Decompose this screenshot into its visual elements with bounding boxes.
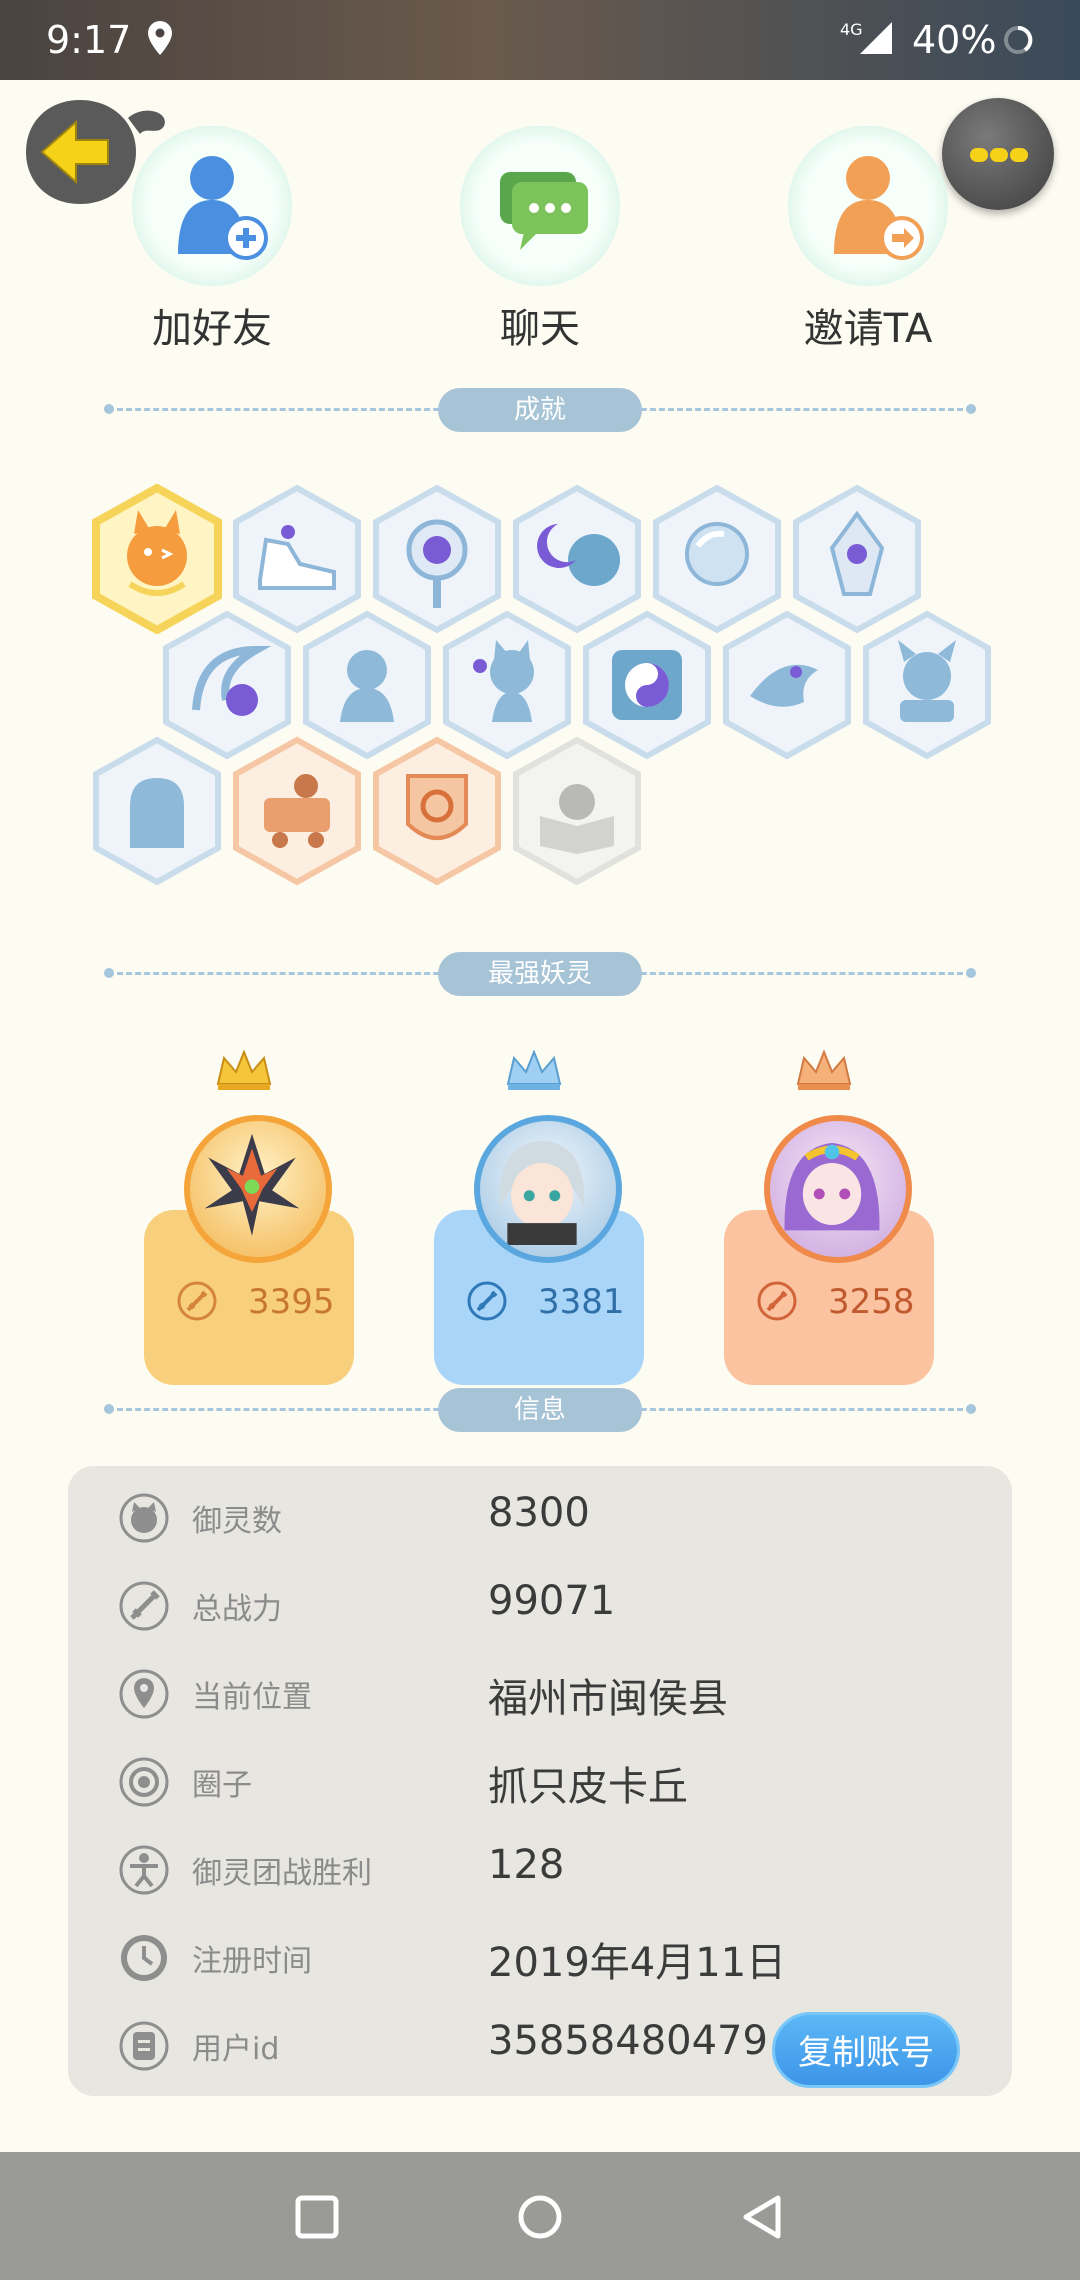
info-label: 用户id (192, 2032, 280, 2067)
location-icon (148, 21, 172, 55)
strongest-spirit-card[interactable]: 3258 (724, 1050, 944, 1385)
spirit-power: 3381 (538, 1282, 625, 1322)
back-nav-button[interactable] (738, 2192, 788, 2242)
silver-crown-icon (506, 1050, 562, 1090)
spirit-avatar (184, 1115, 332, 1263)
add-friend-label: 加好友 (152, 306, 272, 352)
system-nav-bar (0, 2152, 1080, 2280)
info-value: 8300 (488, 1490, 590, 1536)
status-time: 9:17 (46, 18, 132, 62)
info-row-circle: 圈子 抓只皮卡丘 (68, 1738, 1012, 1826)
info-value: 128 (488, 1842, 565, 1888)
info-row-total-power: 总战力 99071 (68, 1562, 1012, 1650)
info-value: 35858480479 (488, 2018, 768, 2064)
achievement-badge[interactable] (370, 736, 504, 886)
dot-icon (1010, 148, 1028, 162)
spirit-avatar (764, 1115, 912, 1263)
sword-icon (119, 1581, 169, 1631)
strongest-spirits-header: 最强妖灵 (438, 952, 642, 996)
battery-icon (1004, 25, 1033, 54)
info-label: 注册时间 (192, 1944, 312, 1979)
team-victory-icon (119, 1845, 169, 1895)
achievement-badge[interactable] (720, 610, 854, 760)
location-pin-icon (119, 1669, 169, 1719)
fish-badge-icon (723, 610, 851, 760)
battery-percent: 40% (912, 18, 997, 62)
id-card-icon (119, 2021, 169, 2071)
bronze-crown-icon (796, 1050, 852, 1090)
spirit-count-icon (119, 1493, 169, 1543)
achievement-badge[interactable] (510, 736, 644, 886)
invite-label: 邀请TA (803, 306, 933, 352)
book-badge-icon (513, 736, 641, 886)
spirit-portrait-icon (499, 1141, 585, 1245)
info-panel: 御灵数 8300 总战力 99071 当前位置 福州市闽侯县 圈子 抓只皮卡丘 (68, 1466, 1012, 2096)
spirit-portrait-icon (204, 1133, 300, 1236)
shield-badge-icon (373, 736, 501, 886)
spirit-avatar (474, 1115, 622, 1263)
info-label: 圈子 (192, 1768, 252, 1803)
info-value: 99071 (488, 1578, 616, 1624)
circle-target-icon (119, 1757, 169, 1807)
info-value: 福州市闽侯县 (488, 1676, 728, 1722)
spirit-portrait-icon (784, 1142, 880, 1231)
spirit-power: 3258 (828, 1282, 915, 1322)
achievement-badge[interactable] (860, 610, 994, 760)
cart-badge-icon (233, 736, 361, 886)
clock-icon (121, 1935, 167, 1981)
info-value: 2019年4月11日 (488, 1940, 787, 1986)
strongest-spirit-card[interactable]: 3395 (144, 1050, 364, 1385)
dot-icon (990, 148, 1008, 162)
home-button[interactable] (515, 2192, 565, 2242)
demon-badge-icon (863, 610, 991, 760)
recent-apps-button[interactable] (292, 2192, 342, 2242)
info-row-location: 当前位置 福州市闽侯县 (68, 1650, 1012, 1738)
spirit-power: 3395 (248, 1282, 335, 1322)
sword-icon (177, 1281, 217, 1321)
add-friend-icon (178, 156, 268, 260)
chat-icon (500, 172, 588, 250)
signal-icon (860, 22, 892, 54)
sitting-cat-badge-icon (93, 736, 221, 886)
chat-button[interactable]: 聊天 (440, 126, 640, 354)
sword-icon (467, 1281, 507, 1321)
info-header: 信息 (438, 1388, 642, 1432)
info-label: 总战力 (192, 1592, 282, 1627)
achievement-badge[interactable] (90, 736, 224, 886)
info-row-register-time: 注册时间 2019年4月11日 (68, 1914, 1012, 2002)
info-row-team-victory: 御灵团战胜利 128 (68, 1826, 1012, 1914)
achievements-header: 成就 (438, 388, 642, 432)
status-bar: 9:17 4G 40% (0, 0, 1080, 80)
info-label: 御灵团战胜利 (192, 1856, 372, 1891)
info-value: 抓只皮卡丘 (488, 1764, 688, 1810)
info-row-user-id: 用户id 35858480479 复制账号 (68, 2002, 1012, 2090)
info-row-spirit-count: 御灵数 8300 (68, 1474, 1012, 1562)
achievement-badge[interactable] (230, 736, 364, 886)
sword-icon (757, 1281, 797, 1321)
strongest-spirit-card[interactable]: 3381 (434, 1050, 654, 1385)
info-label: 当前位置 (192, 1680, 312, 1715)
invite-button[interactable]: 邀请TA (768, 126, 968, 354)
gold-crown-icon (216, 1050, 272, 1090)
add-friend-button[interactable]: 加好友 (112, 126, 312, 354)
chat-label: 聊天 (500, 306, 580, 352)
copy-account-button[interactable]: 复制账号 (772, 2012, 960, 2088)
info-label: 御灵数 (192, 1504, 282, 1539)
dot-icon (970, 148, 988, 162)
invite-icon (834, 156, 924, 260)
